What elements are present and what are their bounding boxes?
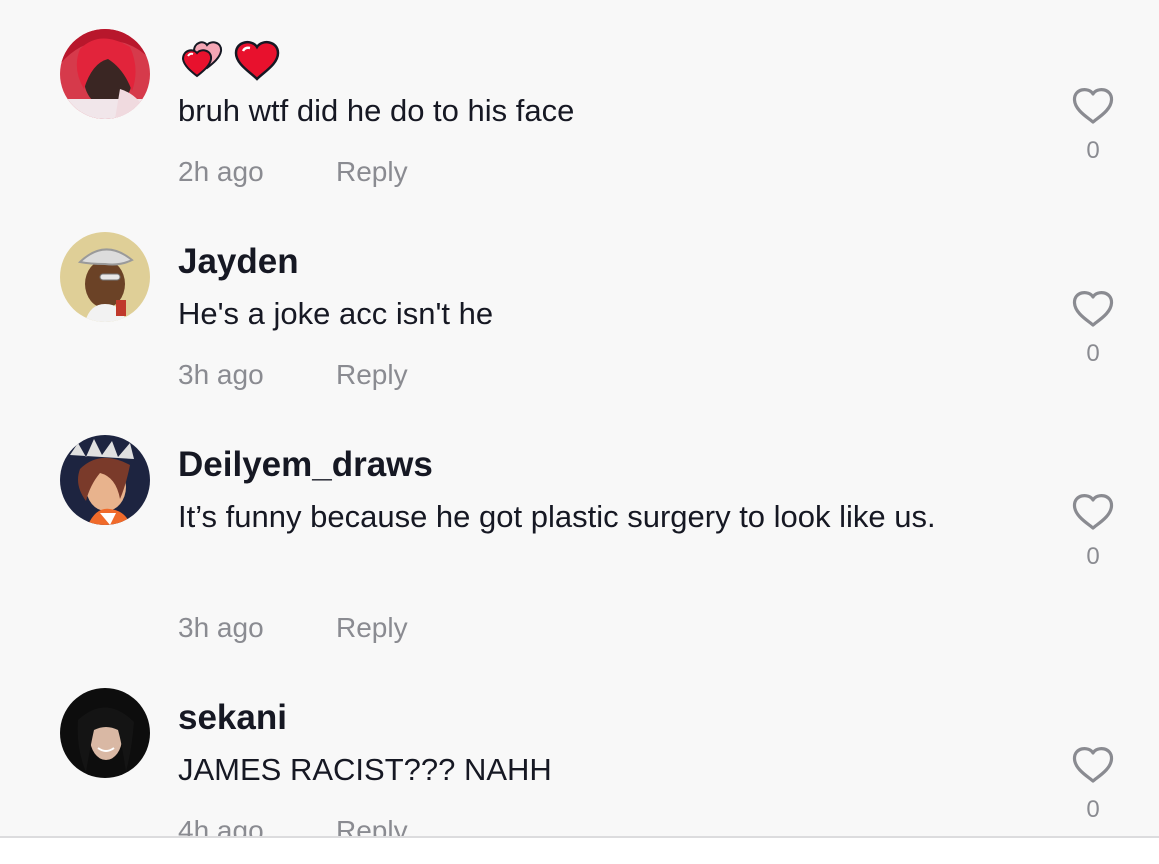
heart-outline-icon xyxy=(1072,88,1114,124)
username[interactable] xyxy=(180,38,280,82)
user-avatar-image xyxy=(60,688,150,778)
reply-button[interactable]: Reply xyxy=(336,357,408,393)
heart-outline-icon xyxy=(1072,747,1114,783)
avatar[interactable] xyxy=(60,232,150,322)
comment-time: 4h ago xyxy=(178,815,264,836)
username[interactable]: Deilyem_draws xyxy=(178,443,433,487)
like-count: 0 xyxy=(1086,340,1100,367)
comment-time: 2h ago xyxy=(178,156,264,187)
comment-meta: 4h ago Reply xyxy=(178,813,408,836)
avatar[interactable] xyxy=(60,435,150,525)
like-count: 0 xyxy=(1086,796,1100,823)
comment-text: bruh wtf did he do to his face xyxy=(178,93,575,128)
two-hearts-icon xyxy=(181,41,223,78)
reply-button[interactable]: Reply xyxy=(336,610,408,646)
user-avatar-image xyxy=(60,29,150,119)
heart-outline-icon xyxy=(1072,291,1114,327)
user-avatar-image xyxy=(60,435,150,525)
comment-text: JAMES RACIST??? NAHH xyxy=(178,752,552,787)
like-button[interactable]: 0 xyxy=(1066,289,1120,368)
heart-outline-icon xyxy=(1072,494,1114,530)
avatar[interactable] xyxy=(60,688,150,778)
reply-button[interactable]: Reply xyxy=(336,154,408,190)
comment-meta: 2h ago Reply xyxy=(178,154,408,190)
red-heart-icon xyxy=(234,40,280,81)
comment-text: He's a joke acc isn't he xyxy=(178,296,494,331)
reply-button[interactable]: Reply xyxy=(336,813,408,836)
like-count: 0 xyxy=(1086,543,1100,570)
user-avatar-image xyxy=(60,232,150,322)
comment-text: It’s funny because he got plastic surger… xyxy=(178,499,936,534)
comment-list[interactable]: bruh wtf did he do to his face 2h ago Rep… xyxy=(0,0,1159,836)
comment-meta: 3h ago Reply xyxy=(178,610,408,646)
like-button[interactable]: 0 xyxy=(1066,492,1120,571)
avatar[interactable] xyxy=(60,29,150,119)
username[interactable]: sekani xyxy=(178,696,287,740)
like-count: 0 xyxy=(1086,137,1100,164)
username[interactable]: Jayden xyxy=(178,240,299,284)
comment-meta: 3h ago Reply xyxy=(178,357,408,393)
page-footer-area xyxy=(0,838,1159,864)
like-button[interactable]: 0 xyxy=(1066,86,1120,165)
comment-time: 3h ago xyxy=(178,359,264,390)
comment-time: 3h ago xyxy=(178,612,264,643)
like-button[interactable]: 0 xyxy=(1066,745,1120,824)
